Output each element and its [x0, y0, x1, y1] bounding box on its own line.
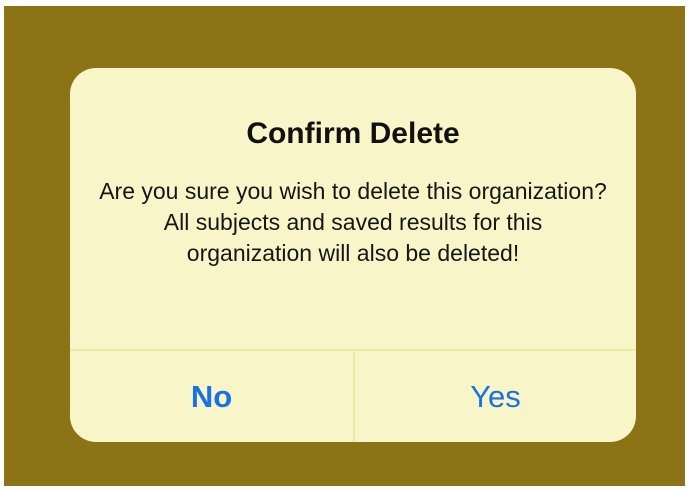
dialog-message: Are you sure you wish to delete this org… — [99, 178, 607, 266]
confirm-delete-dialog: Confirm Delete Are you sure you wish to … — [70, 68, 636, 442]
dimmed-backdrop: Confirm Delete Are you sure you wish to … — [4, 6, 685, 486]
no-button[interactable]: No — [70, 351, 353, 442]
dialog-button-row: No Yes — [70, 349, 636, 442]
dialog-title: Confirm Delete — [246, 117, 460, 150]
dialog-body: Confirm Delete Are you sure you wish to … — [70, 68, 636, 349]
yes-button[interactable]: Yes — [355, 351, 636, 442]
